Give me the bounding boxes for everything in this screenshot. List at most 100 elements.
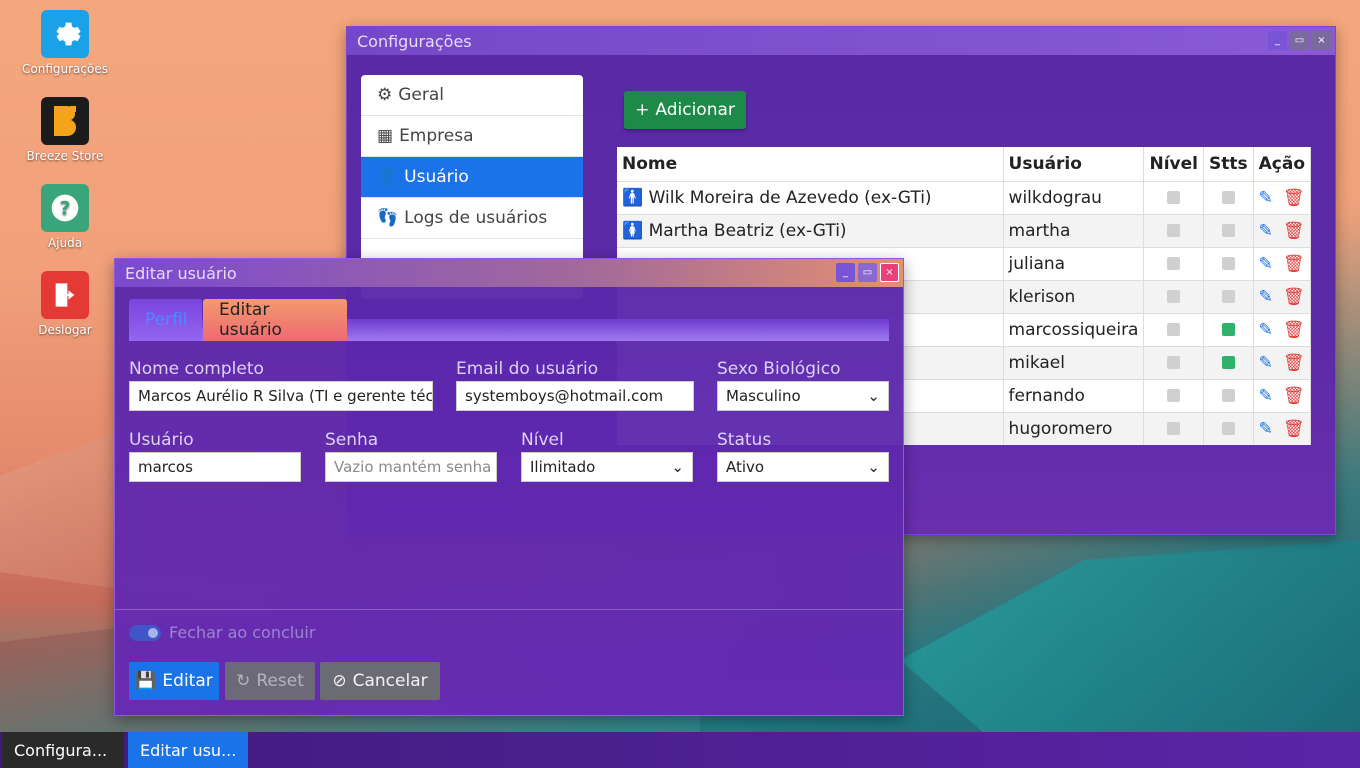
trash-icon[interactable]: 🗑 — [1283, 188, 1305, 208]
status-icon[interactable] — [1221, 389, 1235, 402]
sidebar-item-usuario[interactable]: 👤 Usuário — [361, 157, 583, 198]
minimize-icon[interactable]: _ — [1268, 31, 1287, 50]
desktop-icon-label: Deslogar — [38, 323, 92, 337]
cell-username: fernando — [1003, 378, 1145, 412]
sidebar-item-empresa[interactable]: ▦ Empresa — [361, 116, 583, 157]
sidebar-item-label: Logs de usuários — [404, 208, 548, 228]
tab-editar-usuario[interactable]: Editar usuário — [203, 299, 347, 341]
tab-perfil[interactable]: Perfil — [129, 299, 202, 341]
level-icon — [1167, 290, 1181, 303]
add-button-label: Adicionar — [655, 100, 735, 120]
password-input[interactable]: Vazio mantém senha — [325, 452, 497, 482]
cell-status — [1203, 213, 1254, 247]
status-select[interactable]: Ativo ⌄ — [717, 452, 889, 482]
status-icon[interactable] — [1221, 356, 1235, 369]
select-value: Masculino — [726, 387, 801, 405]
maximize-icon[interactable]: ▭ — [1290, 31, 1309, 50]
trash-icon[interactable]: 🗑 — [1283, 254, 1305, 274]
chevron-down-icon: ⌄ — [867, 387, 880, 405]
maximize-icon[interactable]: ▭ — [858, 263, 877, 282]
taskbar-item-editar-usuario[interactable]: Editar usu... — [128, 732, 248, 768]
edit-icon[interactable]: ✎ — [1259, 221, 1273, 241]
chevron-down-icon: ⌄ — [867, 458, 880, 476]
edit-icon[interactable]: ✎ — [1259, 287, 1273, 307]
status-icon[interactable] — [1221, 257, 1235, 270]
cell-level — [1143, 246, 1204, 280]
edit-icon[interactable]: ✎ — [1259, 254, 1273, 274]
store-icon — [41, 97, 89, 145]
cell-level — [1143, 279, 1204, 313]
sidebar-item-label: Geral — [398, 85, 445, 105]
divider — [115, 609, 903, 610]
cell-actions: ✎ 🗑 — [1253, 180, 1312, 214]
status-icon[interactable] — [1221, 422, 1235, 436]
username-input[interactable]: marcos — [129, 452, 301, 482]
column-header-acao[interactable]: Ação — [1253, 147, 1312, 181]
table-row[interactable]: 🚹 Wilk Moreira de Azevedo (ex-GTi) wilkdo… — [617, 180, 1312, 214]
trash-icon[interactable]: 🗑 — [1283, 221, 1305, 241]
level-select[interactable]: Ilimitado ⌄ — [521, 452, 693, 482]
edit-icon[interactable]: ✎ — [1259, 353, 1273, 373]
add-user-button[interactable]: + Adicionar — [624, 91, 746, 129]
cell-actions: ✎ 🗑 — [1253, 279, 1312, 313]
cell-actions: ✎ 🗑 — [1253, 411, 1312, 445]
cancel-button[interactable]: ⊘ Cancelar — [320, 662, 440, 700]
cell-username: mikael — [1003, 345, 1145, 379]
edit-icon[interactable]: ✎ — [1259, 419, 1273, 439]
trash-icon[interactable]: 🗑 — [1283, 386, 1305, 406]
cell-username: klerison — [1003, 279, 1145, 313]
trash-icon[interactable]: 🗑 — [1283, 353, 1305, 373]
user-fullname: Martha Beatriz (ex-GTi) — [648, 220, 847, 241]
desktop-icon-breeze-store[interactable]: Breeze Store — [14, 97, 116, 163]
edit-icon[interactable]: ✎ — [1259, 188, 1273, 208]
level-icon — [1167, 257, 1181, 270]
reset-button[interactable]: ↻ Reset — [225, 662, 315, 700]
close-icon[interactable]: × — [880, 263, 899, 282]
edit-icon[interactable]: ✎ — [1259, 386, 1273, 406]
cell-level — [1143, 378, 1204, 412]
save-icon: 💾 — [135, 671, 157, 691]
column-header-nome[interactable]: Nome — [617, 147, 1004, 181]
sex-field: Sexo Biológico Masculino ⌄ — [717, 359, 889, 411]
desktop-icon-ajuda[interactable]: ? Ajuda — [14, 184, 116, 250]
status-icon[interactable] — [1221, 290, 1235, 303]
edit-icon[interactable]: ✎ — [1259, 320, 1273, 340]
cell-actions: ✎ 🗑 — [1253, 312, 1312, 346]
status-icon[interactable] — [1221, 323, 1235, 336]
status-icon[interactable] — [1221, 191, 1235, 204]
cell-status — [1203, 411, 1254, 445]
close-icon[interactable]: × — [1312, 31, 1331, 50]
username-field: Usuário marcos — [129, 430, 301, 482]
sidebar-item-logs[interactable]: 👣 Logs de usuários — [361, 198, 583, 239]
trash-icon[interactable]: 🗑 — [1283, 287, 1305, 307]
cell-status — [1203, 279, 1254, 313]
sex-select[interactable]: Masculino ⌄ — [717, 381, 889, 411]
email-input[interactable]: systemboys@hotmail.com — [456, 381, 694, 411]
cell-actions: ✎ 🗑 — [1253, 378, 1312, 412]
full-name-input[interactable]: Marcos Aurélio R Silva (TI e gerente téc… — [129, 381, 433, 411]
background-shape — [900, 540, 1360, 740]
column-header-usuario[interactable]: Usuário — [1003, 147, 1145, 181]
cell-name: 🚹 Wilk Moreira de Azevedo (ex-GTi) — [617, 180, 1004, 214]
status-icon[interactable] — [1221, 224, 1235, 237]
desktop-icon-configuracoes[interactable]: Configurações — [14, 10, 116, 76]
minimize-icon[interactable]: _ — [836, 263, 855, 282]
sidebar-item-geral[interactable]: ⚙ Geral — [361, 75, 583, 116]
edit-button[interactable]: 💾 Editar — [129, 662, 219, 700]
window-titlebar[interactable]: Editar usuário _ ▭ × — [115, 259, 903, 287]
taskbar-item-configuracoes[interactable]: Configura... — [2, 732, 124, 768]
window-titlebar[interactable]: Configurações _ ▭ × — [347, 27, 1335, 55]
female-icon: 🚺 — [622, 220, 644, 241]
desktop-icon-deslogar[interactable]: Deslogar — [14, 271, 116, 337]
cell-status — [1203, 345, 1254, 379]
building-icon: ▦ — [377, 126, 394, 146]
plus-icon: + — [635, 100, 650, 120]
field-label: Nome completo — [129, 359, 264, 379]
cell-level — [1143, 312, 1204, 346]
column-header-nivel[interactable]: Nível — [1143, 147, 1204, 181]
close-on-finish-toggle[interactable] — [129, 624, 161, 641]
column-header-stts[interactable]: Stts — [1203, 147, 1254, 181]
trash-icon[interactable]: 🗑 — [1283, 419, 1305, 439]
table-row[interactable]: 🚺 Martha Beatriz (ex-GTi) martha ✎ 🗑 — [617, 213, 1312, 247]
trash-icon[interactable]: 🗑 — [1283, 320, 1305, 340]
